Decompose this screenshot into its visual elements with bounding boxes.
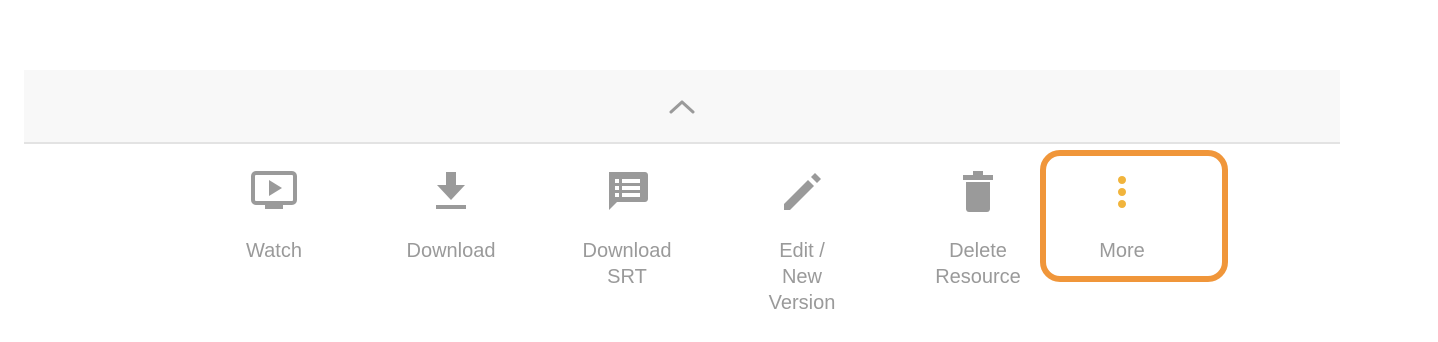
delete-resource-button[interactable]: Delete Resource bbox=[913, 168, 1043, 290]
edit-new-version-label: Edit / New Version bbox=[768, 240, 836, 314]
collapse-toggle-bar[interactable] bbox=[24, 70, 1340, 144]
chevron-up-icon bbox=[669, 100, 695, 114]
edit-new-version-button[interactable]: Edit / New Version bbox=[737, 168, 867, 316]
pencil-icon bbox=[778, 168, 826, 216]
more-vertical-icon bbox=[1098, 168, 1146, 216]
trash-icon bbox=[954, 168, 1002, 216]
download-label: Download bbox=[406, 240, 496, 262]
more-button[interactable]: More bbox=[1057, 168, 1187, 264]
srt-icon bbox=[603, 168, 651, 216]
download-icon bbox=[427, 168, 475, 216]
more-label: More bbox=[1099, 240, 1145, 262]
watch-label: Watch bbox=[246, 240, 302, 262]
resource-actions-panel: Watch Download Download SRT Edit / New V… bbox=[0, 0, 1438, 342]
delete-resource-label: Delete Resource bbox=[935, 240, 1021, 288]
download-srt-label: Download SRT bbox=[582, 240, 672, 288]
watch-icon bbox=[250, 168, 298, 216]
watch-button[interactable]: Watch bbox=[209, 168, 339, 264]
download-button[interactable]: Download bbox=[386, 168, 516, 264]
download-srt-button[interactable]: Download SRT bbox=[562, 168, 692, 290]
